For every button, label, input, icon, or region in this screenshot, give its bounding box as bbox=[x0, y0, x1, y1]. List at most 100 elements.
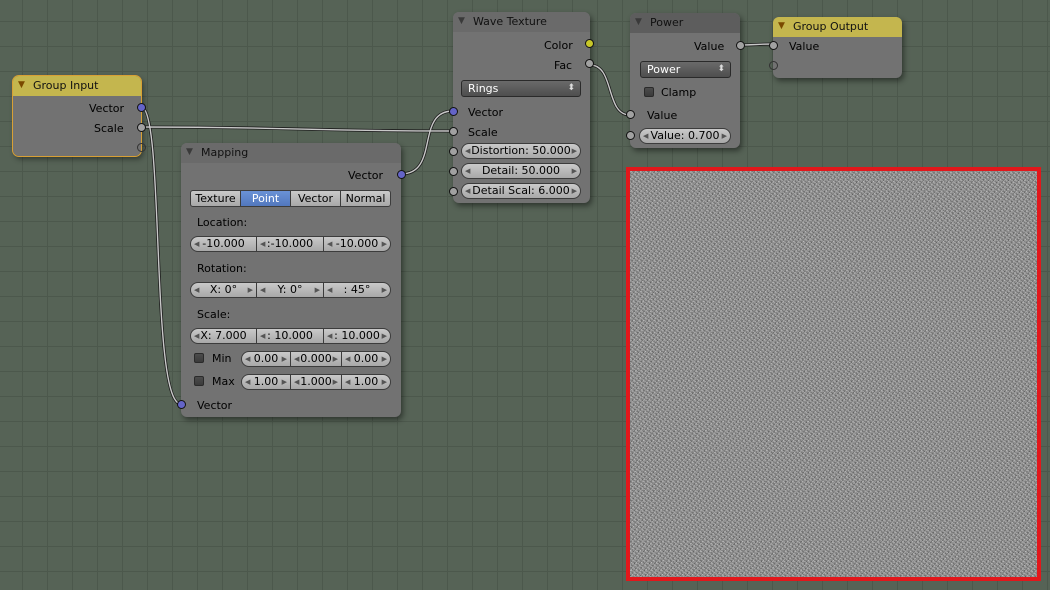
input-label-value: Value bbox=[789, 40, 820, 53]
field-value: 1.00 bbox=[253, 375, 279, 388]
max-x-field[interactable]: ◀ 1.00 ▶ bbox=[241, 374, 291, 390]
scale-label: Scale: bbox=[197, 308, 231, 321]
field-value: 1.000 bbox=[300, 375, 332, 388]
node-header[interactable]: ▼ Mapping bbox=[181, 143, 401, 163]
input-label-scale: Scale bbox=[468, 126, 498, 139]
collapse-arrow-icon[interactable]: ▼ bbox=[186, 147, 193, 157]
field-value: -10.000 bbox=[202, 237, 245, 250]
min-z-field[interactable]: ◀ 0.00 ▶ bbox=[341, 351, 391, 367]
scale-output-socket[interactable] bbox=[137, 123, 146, 132]
min-y-field[interactable]: ◀ 0.000 ▶ bbox=[290, 351, 342, 367]
field-value: X: 7.000 bbox=[200, 329, 247, 342]
input-label-vector: Vector bbox=[468, 106, 504, 119]
output-label-value: Value bbox=[694, 40, 725, 53]
output-label-fac: Fac bbox=[554, 59, 573, 72]
location-label: Location: bbox=[197, 216, 248, 229]
location-x-field[interactable]: ◀ -10.000 bbox=[190, 236, 257, 252]
node-header[interactable]: ▼ Wave Texture bbox=[453, 12, 590, 32]
value-input-socket[interactable] bbox=[769, 41, 778, 50]
detail-input-socket[interactable] bbox=[449, 167, 458, 176]
vector-output-socket[interactable] bbox=[137, 103, 146, 112]
input-label-vector: Vector bbox=[197, 399, 233, 412]
empty-input-socket[interactable] bbox=[769, 61, 778, 70]
max-checkbox[interactable] bbox=[194, 376, 204, 386]
field-value: 0.00 bbox=[353, 352, 379, 365]
link-vector-to-mapping bbox=[140, 105, 182, 406]
field-value: : 10.000 bbox=[334, 329, 380, 342]
output-label-scale: Scale bbox=[94, 122, 124, 135]
max-y-field[interactable]: ◀ 1.000 ▶ bbox=[290, 374, 342, 390]
mode-texture-button[interactable]: Texture bbox=[190, 190, 241, 207]
collapse-arrow-icon[interactable]: ▼ bbox=[778, 21, 785, 31]
group-input-node[interactable]: ▼ Group Input Vector Scale bbox=[12, 75, 146, 157]
output-label-vector: Vector bbox=[89, 102, 125, 115]
link-mapping-to-wave bbox=[400, 109, 454, 176]
scale-input-socket[interactable] bbox=[449, 127, 458, 136]
value-input-socket-2[interactable] bbox=[626, 131, 635, 140]
collapse-arrow-icon[interactable]: ▼ bbox=[635, 17, 642, 27]
min-x-field[interactable]: ◀ 0.00 ▶ bbox=[241, 351, 291, 367]
rotation-z-field[interactable]: ◀: 45° ▶ bbox=[323, 282, 391, 298]
node-header[interactable]: ▼ Group Output bbox=[773, 17, 902, 37]
link-scale-to-wave-scale bbox=[140, 125, 454, 133]
value-output-socket[interactable] bbox=[736, 41, 745, 50]
min-checkbox[interactable] bbox=[194, 353, 204, 363]
dropdown-value: Power bbox=[647, 63, 681, 76]
node-header[interactable]: ▼ Group Input bbox=[13, 76, 141, 96]
location-y-field[interactable]: ◀:-10.000 bbox=[256, 236, 324, 252]
location-z-field[interactable]: ◀ -10.000 ▶ bbox=[323, 236, 391, 252]
max-label: Max bbox=[212, 375, 235, 388]
field-value: : 45° bbox=[343, 283, 371, 296]
clamp-label: Clamp bbox=[661, 86, 697, 99]
min-label: Min bbox=[212, 352, 232, 365]
node-header[interactable]: ▼ Power bbox=[630, 13, 740, 33]
vector-input-socket[interactable] bbox=[177, 400, 186, 409]
empty-output-socket[interactable] bbox=[137, 143, 146, 152]
field-value: Detail Scal: 6.000 bbox=[472, 184, 570, 197]
input-label-value: Value bbox=[647, 109, 678, 122]
clamp-checkbox[interactable] bbox=[644, 87, 654, 97]
value-input-socket-1[interactable] bbox=[626, 110, 635, 119]
field-value: 1.00 bbox=[353, 375, 379, 388]
scale-z-field[interactable]: ◀: 10.000 ▶ bbox=[323, 328, 391, 344]
operation-dropdown[interactable]: Power ⬍ bbox=[640, 61, 731, 78]
vector-input-socket[interactable] bbox=[449, 107, 458, 116]
detail-field[interactable]: ◀ Detail: 50.000 ▶ bbox=[461, 163, 581, 179]
collapse-arrow-icon[interactable]: ▼ bbox=[458, 16, 465, 26]
field-value: -10.000 bbox=[335, 237, 379, 250]
scale-x-field[interactable]: ◀ X: 7.000 bbox=[190, 328, 257, 344]
dropdown-value: Rings bbox=[468, 82, 499, 95]
node-title: Power bbox=[650, 16, 684, 29]
mode-point-button[interactable]: Point bbox=[240, 190, 291, 207]
power-node[interactable]: ▼ Power Value Power ⬍ Clamp Value ◀ Value… bbox=[626, 13, 745, 148]
rotation-label: Rotation: bbox=[197, 262, 247, 275]
color-output-socket[interactable] bbox=[585, 39, 594, 48]
scale-y-field[interactable]: ◀: 10.000 bbox=[256, 328, 324, 344]
mode-vector-button[interactable]: Vector bbox=[290, 190, 341, 207]
detail-scale-input-socket[interactable] bbox=[449, 187, 458, 196]
wave-texture-node[interactable]: ▼ Wave Texture Color Fac Rings ⬍ Vector … bbox=[449, 12, 594, 203]
rotation-x-field[interactable]: ◀ X: 0° ▶ bbox=[190, 282, 257, 298]
distortion-input-socket[interactable] bbox=[449, 147, 458, 156]
field-value: 0.00 bbox=[253, 352, 279, 365]
field-value: 0.000 bbox=[300, 352, 332, 365]
rotation-y-field[interactable]: ◀ Y: 0° ▶ bbox=[256, 282, 324, 298]
fac-output-socket[interactable] bbox=[585, 59, 594, 68]
field-value: X: 0° bbox=[209, 283, 238, 296]
mode-normal-button[interactable]: Normal bbox=[340, 190, 391, 207]
detail-scale-field[interactable]: ◀ Detail Scal: 6.000 ▶ bbox=[461, 183, 581, 199]
group-output-node[interactable]: ▼ Group Output Value bbox=[769, 17, 902, 78]
field-value: Detail: 50.000 bbox=[481, 164, 561, 177]
vector-output-socket[interactable] bbox=[397, 170, 406, 179]
max-z-field[interactable]: ◀ 1.00 ▶ bbox=[341, 374, 391, 390]
distortion-field[interactable]: ◀ Distortion: 50.000 ▶ bbox=[461, 143, 581, 159]
collapse-arrow-icon[interactable]: ▼ bbox=[18, 80, 25, 90]
wave-type-dropdown[interactable]: Rings ⬍ bbox=[461, 80, 581, 97]
chevron-updown-icon: ⬍ bbox=[567, 83, 575, 93]
link-fac-to-power bbox=[589, 63, 631, 117]
field-value: : 10.000 bbox=[267, 329, 313, 342]
value-field[interactable]: ◀ Value: 0.700 ▶ bbox=[639, 128, 731, 144]
mapping-node[interactable]: ▼ Mapping Vector Texture Point Vector No… bbox=[177, 143, 406, 417]
texture-preview-image bbox=[626, 167, 1041, 581]
field-value: Y: 0° bbox=[277, 283, 303, 296]
